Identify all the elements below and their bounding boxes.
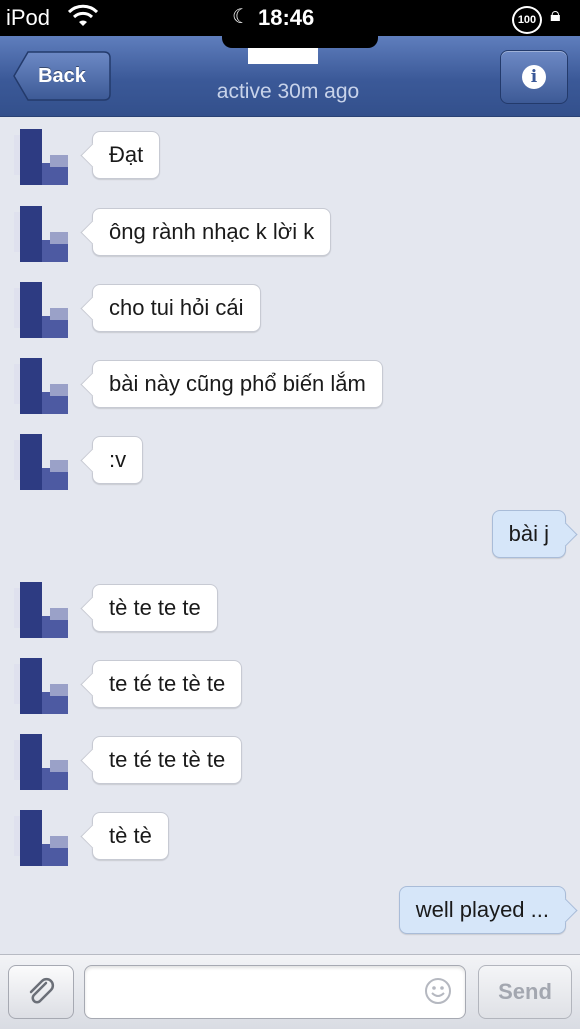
avatar[interactable]	[12, 356, 72, 416]
moon-icon: ☾	[232, 6, 250, 28]
incoming-message-bubble[interactable]: bài này cũng phổ biến lắm	[92, 360, 383, 408]
avatar[interactable]	[12, 127, 72, 187]
smiley-icon[interactable]	[424, 977, 452, 1005]
status-time: 18:46	[258, 5, 315, 30]
incoming-message-bubble[interactable]: te té te tè te	[92, 736, 243, 784]
incoming-message-bubble[interactable]: tè te te te	[92, 584, 218, 632]
info-icon: i	[522, 65, 546, 89]
active-status: active 30m ago	[216, 80, 360, 103]
avatar[interactable]	[12, 580, 72, 640]
incoming-message-bubble[interactable]: tè tè	[92, 812, 169, 860]
incoming-message-bubble[interactable]: :v	[92, 436, 144, 484]
outgoing-message-bubble[interactable]: bài j	[491, 510, 566, 558]
attach-button[interactable]	[8, 965, 74, 1019]
incoming-message-bubble[interactable]: Đạt	[92, 131, 161, 179]
composer-bar: Send	[0, 954, 580, 1029]
carrier-label: iPod	[6, 5, 51, 30]
back-button-label: Back	[38, 65, 86, 87]
incoming-message-bubble[interactable]: ông rành nhạc k lời k	[92, 208, 332, 256]
avatar[interactable]	[12, 432, 72, 492]
message-input[interactable]	[95, 974, 419, 1010]
incoming-message-bubble[interactable]: cho tui hỏi cái	[92, 284, 261, 332]
header-notch	[222, 36, 378, 48]
avatar[interactable]	[12, 656, 72, 716]
avatar[interactable]	[12, 808, 72, 868]
avatar[interactable]	[12, 732, 72, 792]
message-input-box[interactable]	[84, 965, 466, 1019]
back-button[interactable]: Back	[12, 50, 111, 102]
lock-rotation-icon: 🔒︎	[550, 4, 561, 26]
avatar[interactable]	[12, 280, 72, 340]
paperclip-icon	[29, 977, 55, 1004]
status-bar: iPod ☾ 18:46 100 🔒︎	[0, 0, 580, 36]
send-button[interactable]: Send	[478, 965, 572, 1019]
navigation-bar: Back active 30m ago i	[0, 36, 580, 117]
info-button[interactable]: i	[500, 50, 568, 104]
avatar[interactable]	[12, 204, 72, 264]
outgoing-message-bubble[interactable]: well played ...	[398, 886, 566, 934]
battery-indicator: 100	[512, 6, 542, 34]
wifi-icon	[67, 4, 99, 36]
incoming-message-bubble[interactable]: te té te tè te	[92, 660, 243, 708]
